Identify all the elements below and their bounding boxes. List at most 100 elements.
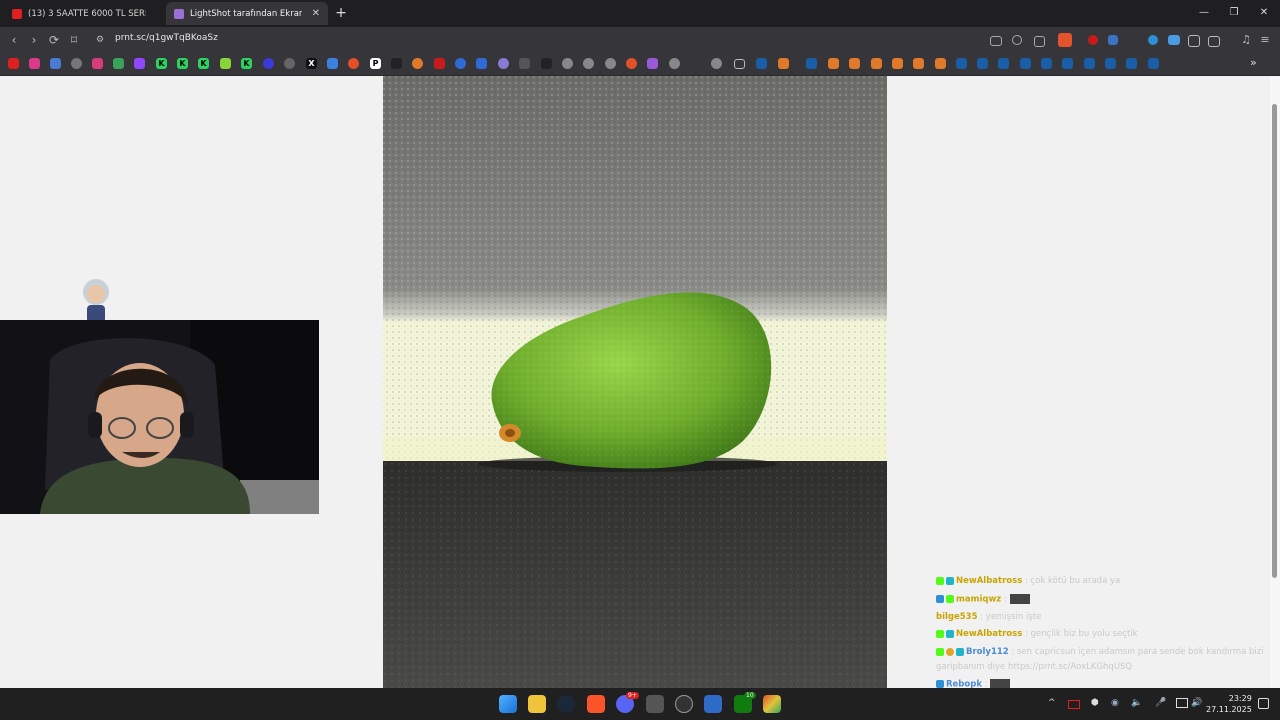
steam-icon[interactable]: [1105, 58, 1116, 69]
bookmark-icon[interactable]: [476, 58, 487, 69]
bookmark-icon[interactable]: [669, 58, 680, 69]
url-text[interactable]: prnt.sc/q1gwTqBKoaSz: [115, 33, 218, 43]
more-bookmarks-icon[interactable]: »: [1250, 56, 1257, 69]
close-tab-icon[interactable]: ✕: [312, 8, 320, 19]
bookmark-icon[interactable]: [348, 58, 359, 69]
steam-icon[interactable]: [756, 58, 767, 69]
maximize-button[interactable]: ❐: [1224, 5, 1244, 21]
bookmark-icon[interactable]: [434, 58, 445, 69]
extension-icon[interactable]: [1168, 35, 1180, 45]
bookmark-icon[interactable]: [892, 58, 903, 69]
bookmark-icon[interactable]: [50, 58, 61, 69]
bookmark-icon[interactable]: [71, 58, 82, 69]
bookmark-icon[interactable]: [562, 58, 573, 69]
notifications-icon[interactable]: [1258, 698, 1269, 709]
kick-icon[interactable]: K: [177, 58, 188, 69]
steam-icon[interactable]: [1148, 58, 1159, 69]
steam-icon[interactable]: [1062, 58, 1073, 69]
bookmark-icon[interactable]: [828, 58, 839, 69]
bookmark-icon[interactable]: [29, 58, 40, 69]
new-tab-button[interactable]: +: [333, 5, 349, 21]
minimize-button[interactable]: —: [1194, 5, 1214, 21]
volume-icon[interactable]: 🔈: [1131, 698, 1142, 708]
bookmark-icon[interactable]: [541, 58, 552, 69]
steam-icon[interactable]: [557, 695, 575, 713]
bookmarks-bar: K K K K X P »: [0, 53, 1280, 76]
steam-icon[interactable]: [1084, 58, 1095, 69]
steam-icon[interactable]: [998, 58, 1009, 69]
bookmark-icon[interactable]: [134, 58, 145, 69]
steam-icon[interactable]: [1126, 58, 1137, 69]
brave-shields-icon[interactable]: [1058, 33, 1072, 47]
bookmark-icon[interactable]: [113, 58, 124, 69]
network-app-icon[interactable]: [704, 695, 722, 713]
media-icon[interactable]: ♫: [1238, 32, 1254, 48]
bookmark-icon[interactable]: [92, 58, 103, 69]
bookmark-icon[interactable]: [778, 58, 789, 69]
app-icon[interactable]: [646, 695, 664, 713]
steam-icon[interactable]: [956, 58, 967, 69]
bookmark-icon[interactable]: [455, 58, 466, 69]
system-clock[interactable]: 23:29 27.11.2025: [1206, 693, 1252, 715]
bookmark-icon[interactable]: [327, 58, 338, 69]
folder-icon[interactable]: [734, 59, 745, 69]
bookmark-icon[interactable]: P: [370, 58, 381, 69]
bookmark-icon[interactable]: [220, 58, 231, 69]
bookmark-icon[interactable]: [711, 58, 722, 69]
x-icon[interactable]: X: [306, 58, 317, 69]
share-icon[interactable]: [1034, 36, 1045, 47]
kick-icon[interactable]: K: [156, 58, 167, 69]
tray-app-icon[interactable]: ⬢: [1091, 698, 1099, 708]
bookmark-icon[interactable]: [626, 58, 637, 69]
kick-icon[interactable]: K: [198, 58, 209, 69]
bookmark-icon[interactable]: [8, 58, 19, 69]
microphone-icon[interactable]: 🎤: [1155, 698, 1166, 708]
reload-button[interactable]: ⟳: [46, 32, 62, 48]
steam-icon[interactable]: [977, 58, 988, 69]
kick-icon[interactable]: K: [241, 58, 252, 69]
start-button[interactable]: [499, 695, 517, 713]
cast-icon[interactable]: [990, 36, 1002, 46]
bookmark-icon[interactable]: [583, 58, 594, 69]
tab-lightshot[interactable]: LightShot tarafından Ekran Görü ✕: [166, 2, 328, 25]
scrollbar-thumb[interactable]: [1272, 104, 1277, 578]
bookmark-icon[interactable]: [647, 58, 658, 69]
paint-icon[interactable]: [763, 695, 781, 713]
network-icon[interactable]: [1176, 698, 1188, 708]
back-button[interactable]: ‹: [6, 32, 22, 48]
file-explorer-icon[interactable]: [528, 695, 546, 713]
tray-app-icon[interactable]: [1068, 700, 1080, 709]
forward-button[interactable]: ›: [26, 32, 42, 48]
amazon-icon[interactable]: [391, 58, 402, 69]
tab-youtube[interactable]: (13) 3 SAATTE 6000 TL SERİSİ ADANA': [4, 2, 164, 25]
bookmark-icon[interactable]: [913, 58, 924, 69]
bookmark-icon[interactable]: [935, 58, 946, 69]
bookmark-icon[interactable]: [284, 58, 295, 69]
steam-icon[interactable]: [1020, 58, 1031, 69]
bookmark-icon[interactable]: [871, 58, 882, 69]
extensions-puzzle-icon[interactable]: [1188, 35, 1200, 47]
steam-icon[interactable]: [1041, 58, 1052, 69]
close-window-button[interactable]: ✕: [1254, 5, 1274, 21]
bookmark-icon[interactable]: ⌑: [66, 32, 82, 48]
bookmark-icon[interactable]: [498, 58, 509, 69]
zoom-icon[interactable]: [1012, 35, 1022, 45]
site-info-icon[interactable]: ⚙: [92, 32, 108, 48]
extension-icon[interactable]: [1088, 35, 1098, 45]
steam-icon[interactable]: [806, 58, 817, 69]
show-hidden-icons[interactable]: ^: [1048, 698, 1056, 708]
sidebar-icon[interactable]: [1208, 36, 1220, 47]
bookmark-icon[interactable]: [412, 58, 423, 69]
bookmark-icon[interactable]: [263, 58, 274, 69]
bookmark-icon[interactable]: [605, 58, 616, 69]
speaker-icon[interactable]: 🔊: [1191, 698, 1202, 708]
extension-icon[interactable]: [1148, 35, 1158, 45]
discord-notification-badge: 9+: [626, 692, 639, 699]
bookmark-icon[interactable]: [519, 58, 530, 69]
brave-browser-icon[interactable]: [587, 695, 605, 713]
extension-icon[interactable]: [1108, 35, 1118, 45]
steam-tray-icon[interactable]: ◉: [1111, 698, 1119, 708]
bookmark-icon[interactable]: [849, 58, 860, 69]
obs-icon[interactable]: [675, 695, 693, 713]
menu-icon[interactable]: ≡: [1257, 32, 1273, 48]
